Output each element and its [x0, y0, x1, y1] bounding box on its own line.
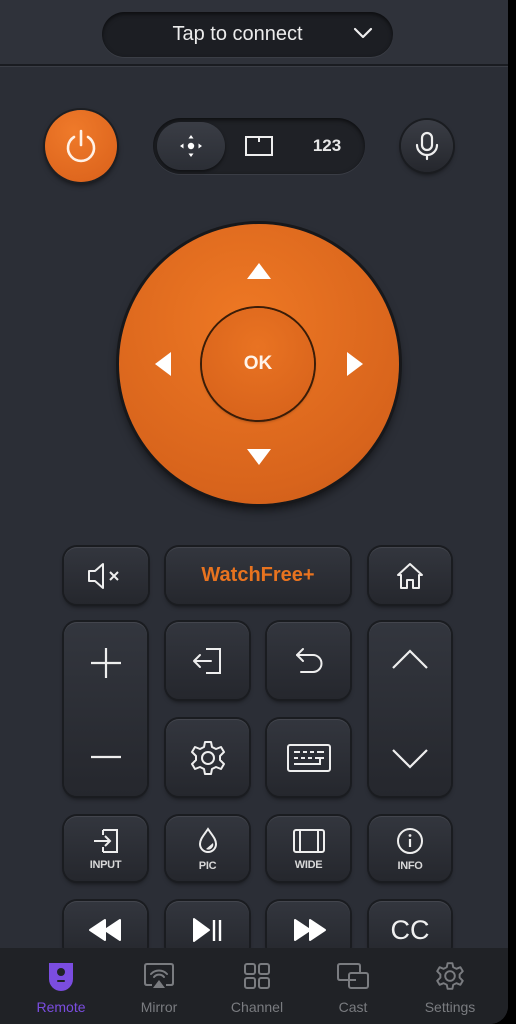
watchfree-button[interactable]: WatchFree+: [166, 547, 350, 604]
dpad-left-button[interactable]: [152, 350, 174, 378]
nav-label: Cast: [338, 999, 368, 1015]
nav-item-remote[interactable]: Remote: [11, 948, 111, 1024]
drop-icon: [198, 826, 217, 853]
remote-icon: [49, 963, 73, 991]
back-icon: [295, 647, 322, 673]
keyboard-button[interactable]: [267, 719, 350, 796]
nav-item-channel[interactable]: Channel: [207, 948, 307, 1024]
mode-dpad-button[interactable]: [157, 122, 225, 170]
grid-icon: [244, 963, 270, 989]
nav-label: Mirror: [140, 999, 178, 1015]
back-button[interactable]: [267, 622, 350, 699]
mode-selector: 123: [153, 118, 365, 174]
power-button[interactable]: [45, 110, 117, 182]
nav-label: Channel: [230, 999, 284, 1015]
fast-forward-icon: [293, 919, 326, 941]
settings-button[interactable]: [166, 719, 249, 796]
header: Tap to connect: [0, 0, 508, 66]
connect-label: Tap to connect: [172, 23, 303, 45]
dpad-up-button[interactable]: [245, 260, 273, 282]
pic-label: PIC: [198, 859, 217, 872]
microphone-button[interactable]: [401, 120, 453, 172]
keyboard-icon: [286, 743, 331, 772]
input-icon: [93, 828, 118, 853]
microphone-icon: [415, 131, 439, 161]
channel-up-button[interactable]: [390, 646, 430, 672]
home-icon: [397, 562, 423, 589]
gear-icon: [190, 740, 225, 775]
dpad-down-button[interactable]: [245, 446, 273, 468]
play-pause-icon: [192, 918, 221, 942]
chevron-down-icon: [353, 27, 373, 39]
mirror-icon: [144, 963, 174, 988]
cc-label: CC: [390, 914, 430, 945]
ok-button[interactable]: OK: [202, 308, 314, 420]
watchfree-label: WatchFree+: [201, 564, 315, 586]
dpad-right-button[interactable]: [344, 350, 366, 378]
info-label: INFO: [397, 859, 423, 872]
info-icon: [397, 827, 423, 854]
channel-down-button[interactable]: [390, 746, 430, 772]
settings-icon: [436, 962, 464, 990]
cast-icon: [337, 963, 369, 989]
remote-app: Tap to connect 123 OK WatchFree+ INPUT P…: [0, 0, 508, 1024]
nav-item-cast[interactable]: Cast: [303, 948, 403, 1024]
exit-button[interactable]: [166, 622, 249, 699]
exit-icon: [192, 647, 221, 674]
wide-icon: [292, 828, 325, 853]
info-button[interactable]: INFO: [369, 816, 451, 881]
wide-label: WIDE: [294, 858, 323, 871]
volume-up-button[interactable]: [89, 646, 123, 680]
mode-touchpad-button[interactable]: [233, 118, 285, 174]
input-label: INPUT: [89, 858, 122, 871]
nav-label: Remote: [36, 999, 86, 1015]
mute-button[interactable]: [64, 547, 148, 604]
touchpad-icon: [245, 136, 273, 156]
mute-icon: [88, 562, 119, 589]
home-button[interactable]: [369, 547, 451, 604]
nav-item-mirror[interactable]: Mirror: [109, 948, 209, 1024]
dpad: OK: [119, 224, 399, 504]
power-icon: [66, 129, 96, 163]
input-button[interactable]: INPUT: [64, 816, 147, 881]
channel-rocker: [369, 622, 451, 796]
mode-numpad-button[interactable]: 123: [299, 118, 355, 174]
volume-rocker: [64, 622, 147, 796]
volume-down-button[interactable]: [89, 740, 123, 774]
wide-button[interactable]: WIDE: [267, 816, 350, 881]
rewind-icon: [88, 919, 121, 941]
nav-item-settings[interactable]: Settings: [400, 948, 500, 1024]
bottom-nav: Remote Mirror Channel Cast Settings: [0, 948, 508, 1024]
nav-label: Settings: [424, 999, 476, 1015]
pic-button[interactable]: PIC: [166, 816, 249, 881]
connect-button[interactable]: Tap to connect: [102, 12, 393, 57]
dpad-mode-icon: [180, 135, 202, 157]
